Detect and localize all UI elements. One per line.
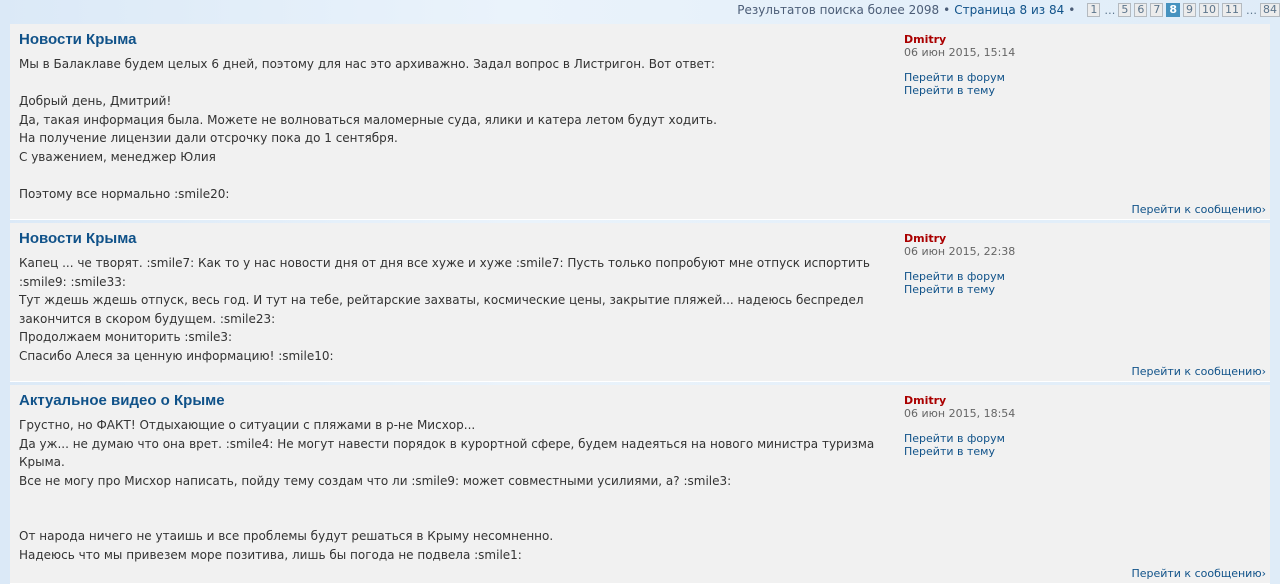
post-line: Продолжаем мониторить :smile3: — [19, 330, 233, 344]
page-link-1[interactable]: 1 — [1087, 3, 1101, 17]
post-date: 06 июн 2015, 15:14 — [904, 46, 1016, 59]
post-line — [19, 74, 879, 93]
post-body: Мы в Балаклаве будем целых 6 дней, поэто… — [19, 55, 879, 203]
page-link-11[interactable]: 11 — [1222, 3, 1242, 17]
post-line: От народа ничего не утаишь и все проблем… — [19, 529, 554, 543]
results-count: Результатов поиска более 2098 — [737, 3, 940, 17]
search-result-post: Новости Крыма Мы в Балаклаве будем целых… — [10, 24, 1270, 220]
post-meta: Dmitry 06 июн 2015, 22:38 Перейти в фору… — [904, 232, 1015, 296]
page-link-10[interactable]: 10 — [1199, 3, 1219, 17]
goto-post-link[interactable]: Перейти к сообщению› — [1131, 203, 1266, 216]
goto-forum-link[interactable]: Перейти в форум — [904, 270, 1015, 283]
post-line — [19, 490, 879, 509]
page-ellipsis: … — [1246, 3, 1257, 17]
post-line: :smile9: :smile33: — [19, 274, 126, 289]
author-link[interactable]: Dmitry — [904, 394, 946, 407]
page-link-84[interactable]: 84 — [1260, 3, 1280, 17]
post-line: Мы в Балаклаве будем целых 6 дней, поэто… — [19, 57, 715, 71]
post-date: 06 июн 2015, 18:54 — [904, 407, 1016, 420]
post-date: 06 июн 2015, 22:38 — [904, 245, 1016, 258]
goto-forum-link[interactable]: Перейти в форум — [904, 71, 1015, 84]
post-line: На получение лицензии дали отсрочку пока… — [19, 131, 398, 145]
post-line — [19, 166, 879, 185]
search-result-post: Актуальное видео о Крыме Грустно, но ФАК… — [10, 385, 1270, 584]
post-body: Капец ... че творят. :smile7: Как то у н… — [19, 254, 879, 365]
page-link-9[interactable]: 9 — [1183, 3, 1196, 17]
page-link-7[interactable]: 7 — [1150, 3, 1164, 17]
bullet-separator: • — [1068, 3, 1076, 17]
post-title-link[interactable]: Новости Крыма — [19, 31, 136, 48]
goto-topic-link[interactable]: Перейти в тему — [904, 84, 1015, 97]
post-line: Надеюсь что мы привезем море позитива, л… — [19, 547, 522, 562]
post-line: Да уж... не думаю что она врет. :smile4:… — [19, 436, 875, 451]
page-indicator[interactable]: Страница 8 из 84 — [954, 3, 1064, 17]
post-line: Крыма. — [19, 455, 65, 469]
post-line: Да, такая информация была. Можете не вол… — [19, 112, 717, 127]
post-line: Поэтому все нормально :smile20: — [19, 186, 230, 201]
goto-forum-link[interactable]: Перейти в форум — [904, 432, 1015, 445]
pagination: Результатов поиска более 2098 • Страница… — [280, 0, 1280, 20]
goto-topic-link[interactable]: Перейти в тему — [904, 283, 1015, 296]
post-line: Тут ждешь ждешь отпуск, весь год. И тут … — [19, 293, 864, 307]
post-line: Капец ... че творят. :smile7: Как то у н… — [19, 256, 870, 270]
post-title-link[interactable]: Актуальное видео о Крыме — [19, 392, 225, 409]
post-line: закончится в скором будущем. :smile23: — [19, 311, 276, 326]
page-link-6[interactable]: 6 — [1134, 3, 1148, 17]
post-line: Добрый день, Дмитрий! — [19, 94, 172, 108]
post-line: Грустно, но ФАКТ! Отдыхающие о ситуации … — [19, 418, 476, 432]
page-link-5[interactable]: 5 — [1118, 3, 1132, 17]
post-meta: Dmitry 06 июн 2015, 18:54 Перейти в фору… — [904, 394, 1015, 458]
author-link[interactable]: Dmitry — [904, 33, 946, 46]
post-line: С уважением, менеджер Юлия — [19, 149, 216, 164]
page-list: 1 … 5 6 7 8 9 10 11 … 84 — [1084, 3, 1280, 17]
goto-post-link[interactable]: Перейти к сообщению› — [1131, 365, 1266, 378]
author-link[interactable]: Dmitry — [904, 232, 946, 245]
goto-post-link[interactable]: Перейти к сообщению› — [1131, 567, 1266, 580]
post-nav-links: Перейти в форум Перейти в тему — [904, 270, 1015, 296]
post-nav-links: Перейти в форум Перейти в тему — [904, 71, 1015, 97]
post-line: Спасибо Алеся за ценную информацию! :smi… — [19, 348, 334, 363]
post-line — [19, 509, 879, 528]
page-ellipsis: … — [1104, 3, 1116, 17]
bullet-separator: • — [943, 3, 951, 17]
post-body: Грустно, но ФАКТ! Отдыхающие о ситуации … — [19, 416, 879, 564]
page-current-8: 8 — [1166, 3, 1180, 17]
post-line: Все не могу про Мисхор написать, пойду т… — [19, 473, 732, 488]
post-title-link[interactable]: Новости Крыма — [19, 230, 136, 247]
post-nav-links: Перейти в форум Перейти в тему — [904, 432, 1015, 458]
post-meta: Dmitry 06 июн 2015, 15:14 Перейти в фору… — [904, 33, 1015, 97]
search-result-post: Новости Крыма Капец ... че творят. :smil… — [10, 223, 1270, 382]
goto-topic-link[interactable]: Перейти в тему — [904, 445, 1015, 458]
